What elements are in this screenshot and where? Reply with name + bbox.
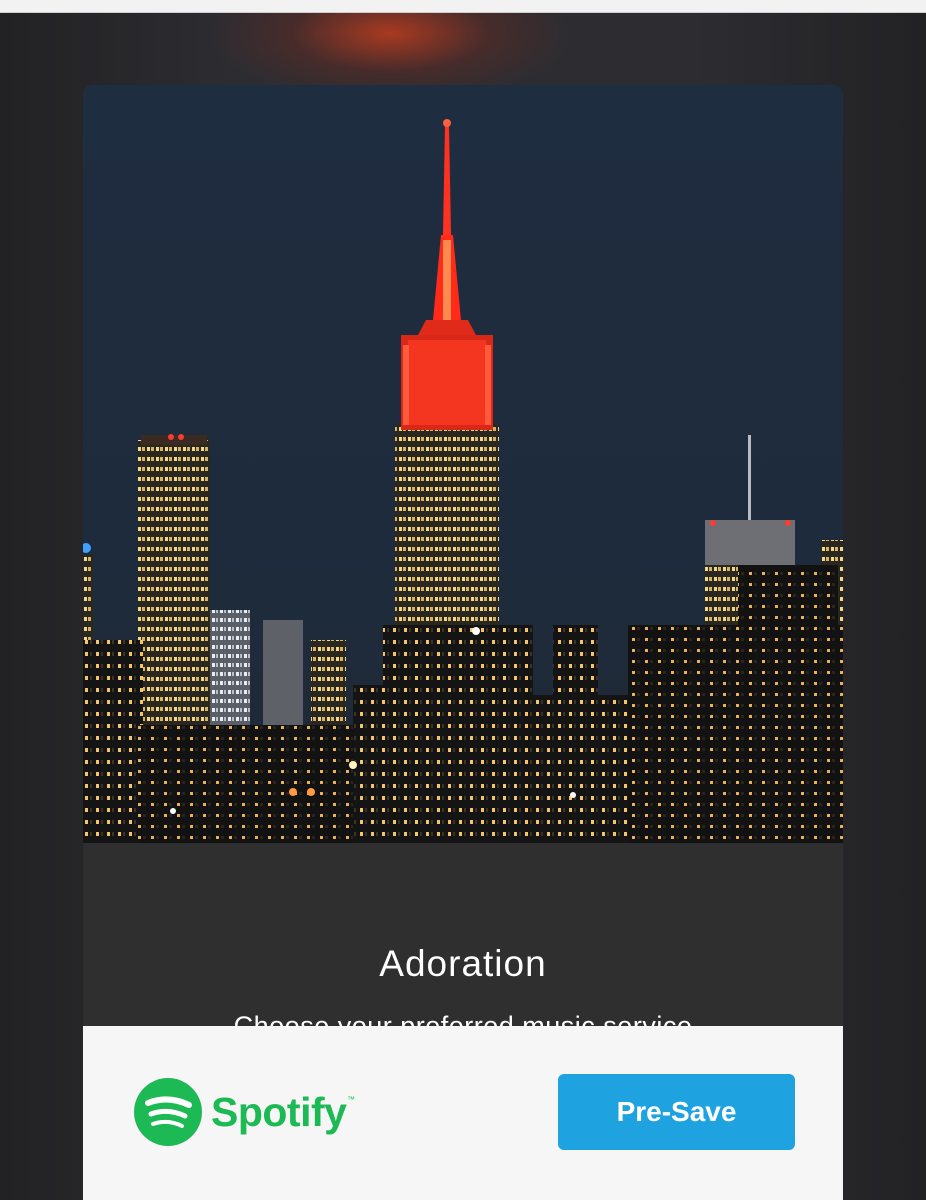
release-title: Adoration: [379, 943, 547, 984]
spotify-wordmark: Spotify ™: [211, 1088, 355, 1135]
browser-top-bar: [0, 0, 926, 13]
service-row-spotify: Spotify ™ Pre-Save: [83, 1026, 843, 1200]
spotify-logo: Spotify ™: [134, 1078, 355, 1146]
release-artwork-image: [83, 85, 843, 843]
presave-card: Adoration Choose your preferred music se…: [83, 85, 843, 1200]
spotify-logo-icon: [134, 1078, 202, 1146]
presave-button[interactable]: Pre-Save: [558, 1074, 795, 1150]
release-info: Adoration Choose your preferred music se…: [83, 843, 843, 1041]
